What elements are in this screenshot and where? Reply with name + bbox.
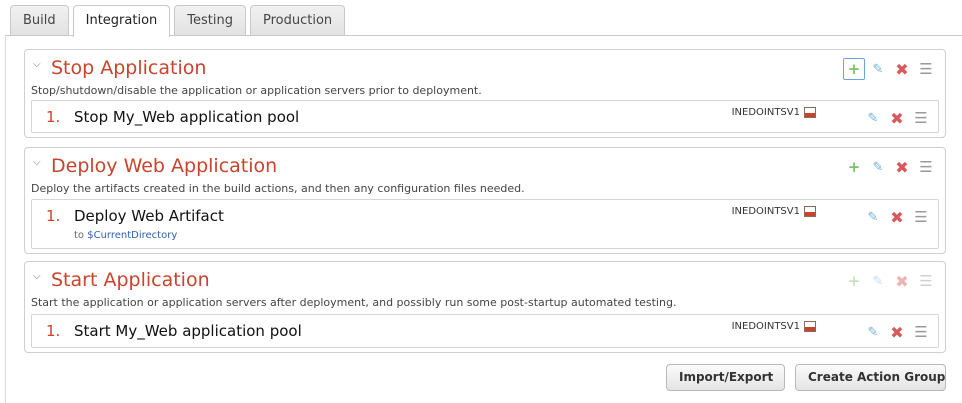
chevron-down-icon[interactable]: ⌵ (33, 60, 45, 70)
server-label: INEDOINTSV1 (732, 107, 816, 118)
server-icon (804, 321, 816, 332)
group-title: Deploy Web Application (51, 155, 278, 177)
server-icon (804, 206, 816, 217)
action-name[interactable]: Start My_Web application pool (74, 322, 302, 340)
target-prefix: to (74, 230, 85, 241)
action-target: to $CurrentDirectory (74, 230, 177, 241)
drag-handle-icon[interactable]: ☰ (915, 270, 937, 292)
pencil-icon[interactable]: ✎ (867, 270, 889, 292)
server-name: INEDOINTSV1 (731, 321, 800, 332)
group-description: Stop/shutdown/disable the application or… (31, 84, 482, 97)
x-icon[interactable]: ✖ (891, 270, 913, 292)
drag-handle-icon[interactable]: ☰ (910, 206, 932, 228)
drag-handle-icon[interactable]: ☰ (915, 156, 937, 178)
tab-production[interactable]: Production (249, 5, 346, 35)
action-group-start-application: ⌵ Start Application Start the applicatio… (24, 261, 946, 353)
group-header[interactable]: ⌵ Stop Application (33, 56, 206, 80)
tab-build[interactable]: Build (10, 5, 69, 35)
import-export-button[interactable]: Import/Export (666, 364, 785, 391)
drag-handle-icon[interactable]: ☰ (915, 58, 937, 80)
plus-icon[interactable]: + (843, 270, 865, 292)
server-name: INEDOINTSV1 (731, 206, 800, 217)
x-icon[interactable]: ✖ (891, 156, 913, 178)
pencil-icon[interactable]: ✎ (867, 58, 889, 80)
server-name: INEDOINTSV1 (731, 107, 800, 118)
x-icon[interactable]: ✖ (886, 321, 908, 343)
group-header[interactable]: ⌵ Start Application (33, 268, 210, 292)
environment-tabs: Build Integration Testing Production (10, 5, 349, 37)
group-description: Start the application or application ser… (31, 296, 677, 309)
action-toolbar: ✎ ✖ ☰ (860, 206, 932, 228)
action-number: 1. (46, 322, 61, 340)
pencil-icon[interactable]: ✎ (867, 156, 889, 178)
plus-icon[interactable]: + (843, 156, 865, 178)
server-label: INEDOINTSV1 (732, 321, 816, 332)
action-row[interactable]: 1. Start My_Web application pool INEDOIN… (31, 314, 939, 348)
action-group-deploy-web-application: ⌵ Deploy Web Application Deploy the arti… (24, 147, 946, 254)
x-icon[interactable]: ✖ (886, 206, 908, 228)
group-header[interactable]: ⌵ Deploy Web Application (33, 154, 277, 178)
group-title: Start Application (51, 269, 210, 291)
drag-handle-icon[interactable]: ☰ (910, 321, 932, 343)
chevron-down-icon[interactable]: ⌵ (33, 272, 45, 282)
server-label: INEDOINTSV1 (732, 206, 816, 217)
group-toolbar: + ✎ ✖ ☰ (841, 58, 937, 80)
pencil-icon[interactable]: ✎ (862, 107, 884, 129)
action-row[interactable]: 1. Stop My_Web application pool INEDOINT… (31, 100, 939, 133)
action-number: 1. (46, 108, 61, 126)
action-name[interactable]: Stop My_Web application pool (74, 108, 299, 126)
tab-testing[interactable]: Testing (174, 5, 246, 35)
group-title: Stop Application (51, 57, 207, 79)
action-toolbar: ✎ ✖ ☰ (860, 107, 932, 129)
x-icon[interactable]: ✖ (891, 58, 913, 80)
pencil-icon[interactable]: ✎ (862, 206, 884, 228)
x-icon[interactable]: ✖ (886, 107, 908, 129)
pencil-icon[interactable]: ✎ (862, 321, 884, 343)
server-icon (804, 107, 816, 118)
group-toolbar: + ✎ ✖ ☰ (841, 156, 937, 178)
drag-handle-icon[interactable]: ☰ (910, 107, 932, 129)
plus-icon[interactable]: + (843, 58, 865, 80)
action-number: 1. (46, 207, 61, 225)
tab-integration[interactable]: Integration (72, 5, 171, 37)
deployment-plan-page: Build Integration Testing Production ⌵ S… (0, 0, 962, 403)
action-toolbar: ✎ ✖ ☰ (860, 321, 932, 343)
action-row[interactable]: 1. Deploy Web Artifact to $CurrentDirect… (31, 199, 939, 249)
target-variable: $CurrentDirectory (87, 230, 178, 241)
action-name[interactable]: Deploy Web Artifact (74, 207, 224, 225)
group-description: Deploy the artifacts created in the buil… (31, 182, 525, 195)
create-action-group-button[interactable]: Create Action Group (795, 364, 946, 391)
chevron-down-icon[interactable]: ⌵ (33, 158, 45, 168)
group-toolbar: + ✎ ✖ ☰ (841, 270, 937, 292)
action-group-stop-application: ⌵ Stop Application Stop/shutdown/disable… (24, 49, 946, 138)
